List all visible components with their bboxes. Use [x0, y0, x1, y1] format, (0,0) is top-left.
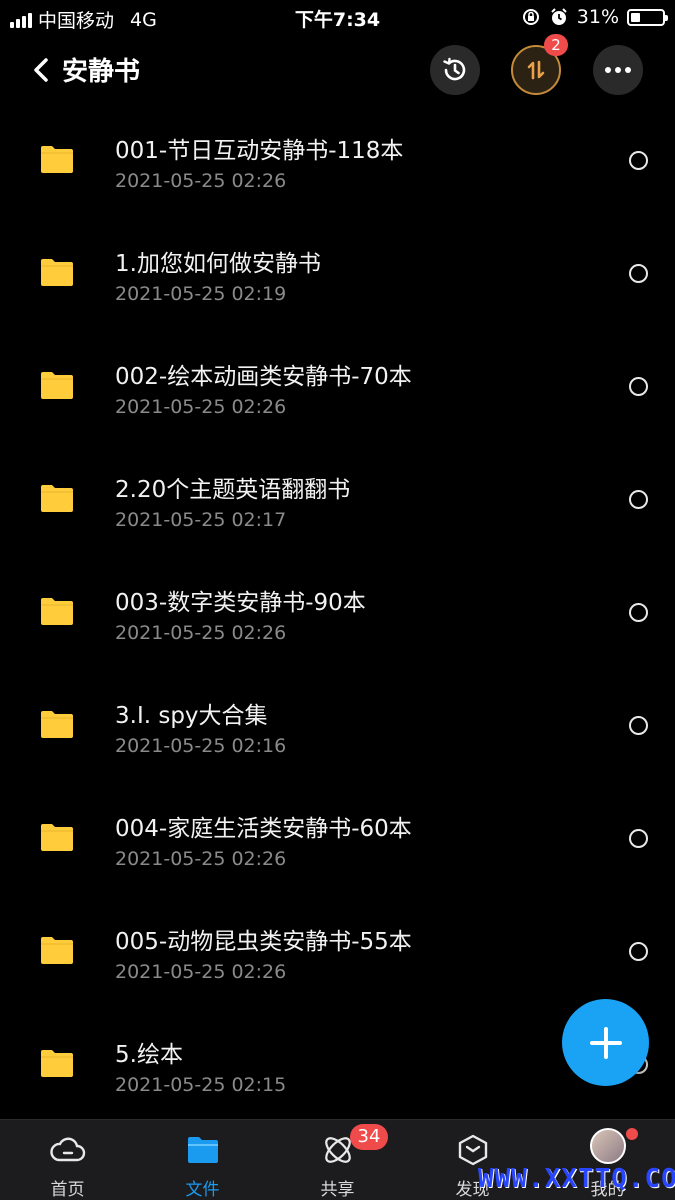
- tab-label: 共享: [320, 1180, 355, 1200]
- file-name: 003-数字类安静书-90本: [115, 590, 366, 616]
- select-radio[interactable]: [629, 716, 648, 735]
- avatar: [590, 1128, 626, 1164]
- watermark: WWW.XXTTQ.COM: [478, 1164, 675, 1194]
- select-radio[interactable]: [629, 151, 648, 170]
- folder-icon: [41, 146, 73, 173]
- select-radio[interactable]: [629, 377, 648, 396]
- folder-icon: [41, 259, 73, 286]
- page-title: 安静书: [62, 57, 141, 87]
- file-name: 1.加您如何做安静书: [115, 251, 321, 277]
- list-item[interactable]: 004-家庭生活类安静书-60本 2021-05-25 02:26: [0, 782, 675, 895]
- list-item[interactable]: 001-节日互动安静书-118本 2021-05-25 02:26: [0, 104, 675, 217]
- file-date: 2021-05-25 02:16: [115, 735, 287, 757]
- list-item[interactable]: 005-动物昆虫类安静书-55本 2021-05-25 02:26: [0, 895, 675, 1008]
- rotation-lock-icon: [522, 9, 539, 25]
- notification-dot: [626, 1128, 638, 1140]
- more-icon: [605, 67, 631, 73]
- transfer-icon: [527, 60, 545, 80]
- header: 安静书 2: [0, 34, 675, 100]
- file-date: 2021-05-25 02:26: [115, 848, 287, 870]
- folder-icon: [41, 711, 73, 738]
- transfer-badge: 2: [544, 34, 568, 56]
- list-item[interactable]: 1.加您如何做安静书 2021-05-25 02:19: [0, 217, 675, 330]
- list-item[interactable]: 3.I. spy大合集 2021-05-25 02:16: [0, 669, 675, 782]
- folder-icon: [41, 598, 73, 625]
- folder-icon: [41, 937, 73, 964]
- file-date: 2021-05-25 02:26: [115, 622, 287, 644]
- more-button[interactable]: [593, 45, 643, 95]
- folder-icon: [41, 824, 73, 851]
- file-date: 2021-05-25 02:26: [115, 170, 287, 192]
- file-name: 001-节日互动安静书-118本: [115, 138, 404, 164]
- history-icon: [443, 57, 466, 81]
- battery-icon: [627, 8, 668, 26]
- folder-icon: [188, 1137, 218, 1163]
- alarm-icon: [551, 8, 567, 25]
- list-item[interactable]: 003-数字类安静书-90本 2021-05-25 02:26: [0, 556, 675, 669]
- file-name: 004-家庭生活类安静书-60本: [115, 816, 412, 842]
- tab-home[interactable]: 首页: [0, 1120, 135, 1200]
- history-button[interactable]: [430, 45, 480, 95]
- tab-label: 文件: [185, 1180, 220, 1200]
- list-item[interactable]: 002-绘本动画类安静书-70本 2021-05-25 02:26: [0, 330, 675, 443]
- battery-percent: 31%: [576, 6, 619, 28]
- cloud-icon: [50, 1137, 86, 1162]
- plus-icon: [589, 1026, 622, 1059]
- status-bar: 中国移动 4G 下午7:34 31%: [0, 0, 675, 34]
- list-item[interactable]: 2.20个主题英语翻翻书 2021-05-25 02:17: [0, 443, 675, 556]
- file-name: 002-绘本动画类安静书-70本: [115, 364, 412, 390]
- discover-box-icon: [458, 1134, 488, 1166]
- select-radio[interactable]: [629, 942, 648, 961]
- file-name: 3.I. spy大合集: [115, 703, 268, 729]
- folder-icon: [41, 372, 73, 399]
- select-radio[interactable]: [629, 264, 648, 283]
- file-date: 2021-05-25 02:17: [115, 509, 287, 531]
- file-name: 2.20个主题英语翻翻书: [115, 477, 351, 503]
- file-date: 2021-05-25 02:19: [115, 283, 287, 305]
- file-name: 005-动物昆虫类安静书-55本: [115, 929, 412, 955]
- select-radio[interactable]: [629, 603, 648, 622]
- select-radio[interactable]: [629, 829, 648, 848]
- file-name: 5.绘本: [115, 1042, 183, 1068]
- share-badge: 34: [350, 1124, 388, 1150]
- file-date: 2021-05-25 02:15: [115, 1074, 287, 1096]
- folder-icon: [41, 485, 73, 512]
- tab-files[interactable]: 文件: [135, 1120, 270, 1200]
- file-date: 2021-05-25 02:26: [115, 396, 287, 418]
- tab-label: 首页: [50, 1180, 85, 1200]
- file-date: 2021-05-25 02:26: [115, 961, 287, 983]
- add-button[interactable]: [562, 999, 649, 1086]
- back-chevron-icon[interactable]: [28, 52, 58, 88]
- file-list: 001-节日互动安静书-118本 2021-05-25 02:26 1.加您如何…: [0, 104, 675, 1121]
- select-radio[interactable]: [629, 490, 648, 509]
- folder-icon: [41, 1050, 73, 1077]
